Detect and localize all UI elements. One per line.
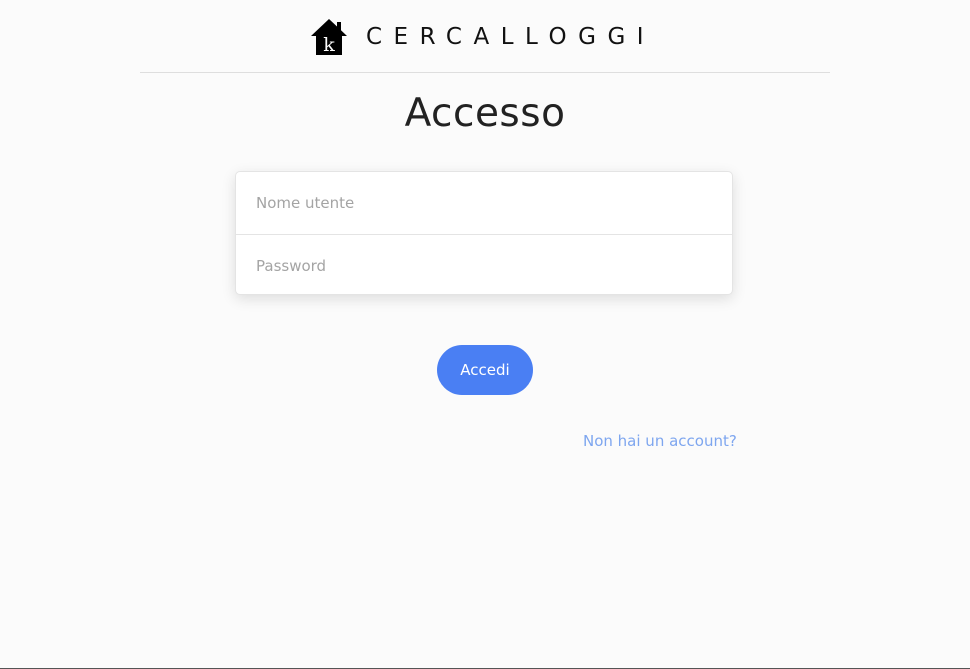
page-title: Accesso — [404, 91, 566, 136]
house-k-logo-icon: k — [311, 19, 347, 56]
login-form — [235, 171, 733, 295]
brand-name: CERCALLOGGI — [366, 24, 656, 50]
username-input[interactable] — [236, 172, 732, 234]
password-input[interactable] — [236, 235, 732, 294]
register-link[interactable]: Non hai un account? — [583, 432, 737, 450]
logo-letter: k — [323, 34, 335, 56]
brand-home-link[interactable]: k CERCALLOGGI — [310, 18, 655, 56]
site-header: k CERCALLOGGI — [0, 0, 970, 72]
login-button[interactable]: Accedi — [437, 345, 533, 395]
header-divider — [140, 72, 830, 73]
